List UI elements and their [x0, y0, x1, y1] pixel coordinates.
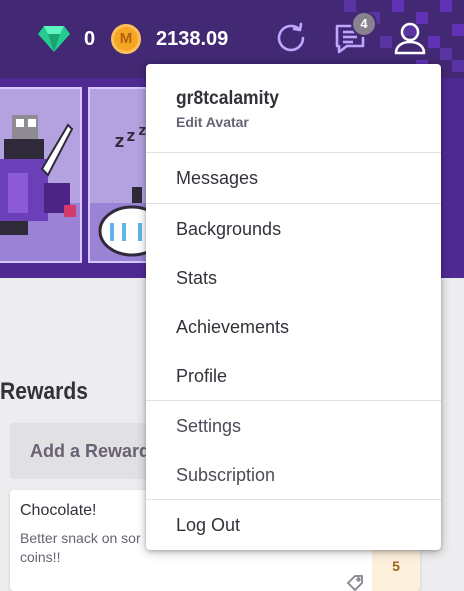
menu-item-subscription[interactable]: Subscription	[176, 465, 275, 486]
reward-title: Chocolate!	[20, 502, 97, 519]
menu-item-messages[interactable]: Messages	[176, 168, 258, 189]
gem-count: 0	[84, 28, 96, 50]
divider	[146, 203, 441, 204]
rewards-heading: Rewards	[0, 378, 89, 405]
reward-notes: Better snack on sor coins!!	[20, 530, 141, 565]
menu-item-profile[interactable]: Profile	[176, 366, 227, 387]
divider	[146, 400, 441, 401]
menu-item-backgrounds[interactable]: Backgrounds	[176, 219, 281, 240]
divider	[146, 152, 441, 153]
username: gr8tcalamity	[176, 88, 279, 109]
gold-coin-symbol: M	[119, 30, 133, 47]
menu-item-achievements[interactable]: Achievements	[176, 317, 289, 338]
menu-item-stats[interactable]: Stats	[176, 268, 217, 289]
refresh-icon[interactable]	[273, 20, 309, 56]
tag-icon	[346, 575, 363, 591]
gold-coin-icon: M	[111, 24, 141, 54]
notification-badge: 4	[351, 11, 377, 37]
divider	[146, 499, 441, 500]
menu-item-settings[interactable]: Settings	[176, 416, 241, 437]
user-icon[interactable]	[392, 20, 428, 56]
edit-avatar-link[interactable]: Edit Avatar	[176, 114, 249, 130]
add-reward-placeholder: Add a Reward	[30, 441, 151, 461]
gem-icon	[38, 26, 70, 52]
gold-count: 2138.09	[156, 28, 229, 50]
avatar-sprite	[0, 115, 76, 235]
avatar-box[interactable]	[0, 87, 82, 263]
menu-item-log-out[interactable]: Log Out	[176, 515, 240, 536]
svg-text:z: z	[126, 126, 136, 145]
svg-text:z: z	[114, 131, 125, 152]
user-dropdown-menu: gr8tcalamity Edit Avatar Messages Backgr…	[146, 64, 441, 550]
reward-cost: 5	[392, 558, 400, 574]
